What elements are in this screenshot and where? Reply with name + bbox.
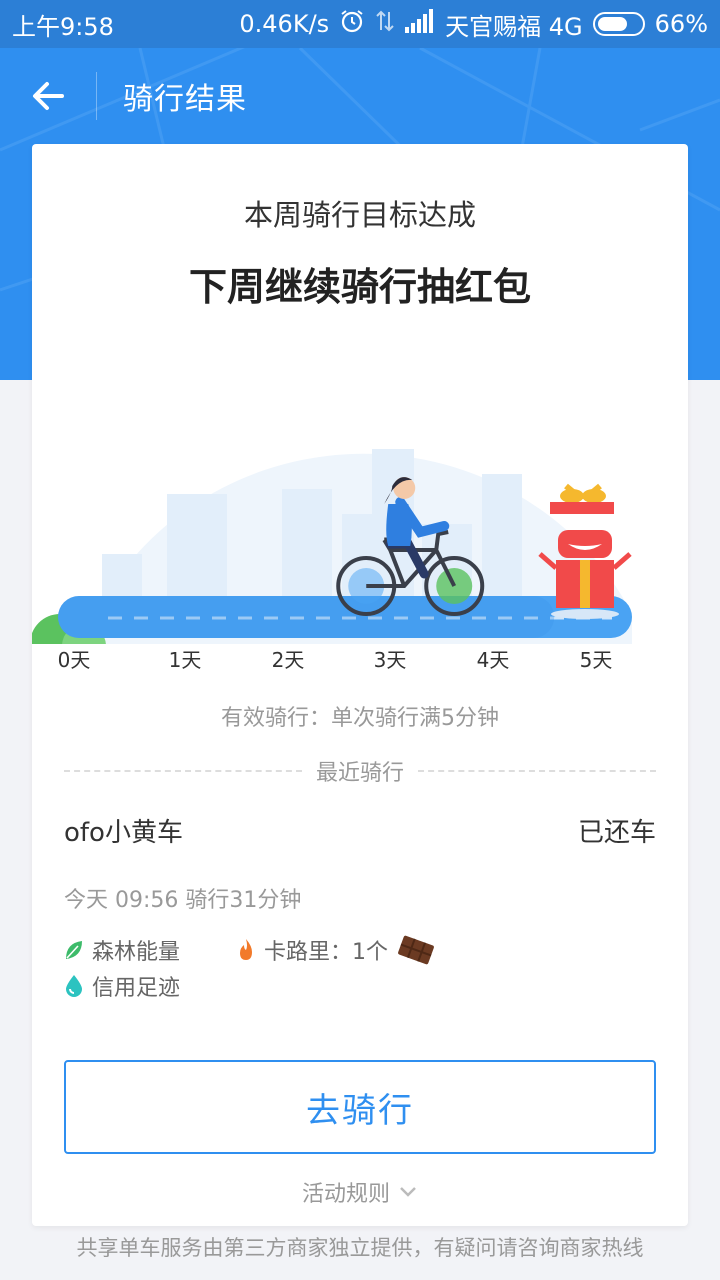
signal-icon (405, 9, 435, 39)
arrow-left-icon (33, 82, 64, 110)
calorie-label: 卡路里：1个 (264, 940, 388, 965)
water-drop-icon (66, 975, 82, 997)
back-button[interactable] (0, 48, 96, 144)
day-label: 4天 (476, 648, 510, 672)
leaf-icon (66, 941, 82, 959)
recent-rides-separator: 最近骑行 (64, 756, 657, 786)
day-label: 0天 (57, 648, 91, 672)
network-speed: 0.46K/s (239, 10, 330, 38)
result-card: 本周骑行目标达成 下周继续骑行抽红包 0天 1天 2天 3天 4天 5天 有效骑… (32, 144, 688, 1226)
flame-icon (240, 939, 252, 960)
page-title: 骑行结果 (123, 82, 247, 117)
day-label: 1天 (168, 648, 202, 672)
chevron-down-icon (400, 1187, 416, 1197)
day-label: 3天 (373, 648, 407, 672)
app-bar: 骑行结果 (0, 48, 720, 144)
battery-icon (592, 12, 645, 36)
activity-rules-label: 活动规则 (301, 1182, 390, 1207)
credit-tag: 信用足迹 (64, 970, 180, 1002)
battery-percent: 66% (654, 10, 708, 38)
day-label: 2天 (271, 648, 305, 672)
ride-provider: ofo小黄车 (64, 818, 183, 848)
forest-energy-label: 森林能量 (92, 940, 181, 965)
alarm-icon (339, 8, 365, 40)
chocolate-icon (398, 935, 434, 965)
status-bar: 上午9:58 0.46K/s 天官赐福 4G 66% (0, 0, 720, 48)
credit-footprint-label: 信用足迹 (92, 976, 181, 1001)
go-ride-button[interactable]: 去骑行 (64, 1060, 656, 1154)
header-divider (96, 72, 97, 120)
card-headline: 下周继续骑行抽红包 (188, 265, 531, 309)
carrier-name: 天官赐福 4G (445, 12, 583, 41)
ride-status: 已还车 (577, 818, 656, 848)
recent-rides-label: 最近骑行 (316, 761, 405, 786)
progress-fill (58, 596, 555, 638)
status-time: 上午9:58 (12, 12, 114, 41)
activity-rules-toggle[interactable]: 活动规则 (32, 1176, 688, 1208)
riding-progress-illustration (32, 449, 632, 644)
forest-energy-tag: 森林能量 (64, 934, 180, 966)
footer-disclaimer: 共享单车服务由第三方商家独立提供，有疑问请咨询商家热线 (76, 1236, 644, 1260)
day-label: 5天 (579, 648, 613, 672)
valid-ride-note: 有效骑行：单次骑行满5分钟 (221, 706, 499, 731)
ride-time: 今天 09:56 骑行31分钟 (64, 888, 302, 913)
goal-achieved-text: 本周骑行目标达成 (243, 198, 476, 232)
progress-day-labels: 0天 1天 2天 3天 4天 5天 (32, 644, 688, 674)
data-arrows-icon (375, 8, 395, 40)
dashed-divider (64, 770, 302, 772)
calorie-tag: 卡路里：1个 (236, 934, 436, 966)
dashed-divider (418, 770, 657, 772)
